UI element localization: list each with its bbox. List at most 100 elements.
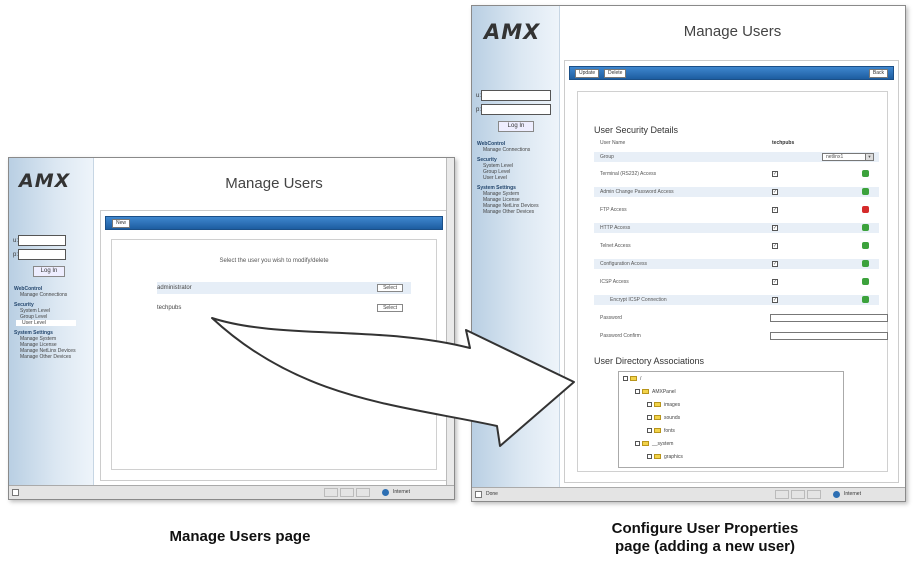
user-select-panel: Select the user you wish to modify/delet…	[111, 239, 437, 470]
nav-item-manage-connections[interactable]: Manage Connections	[14, 292, 76, 298]
login-button[interactable]: Log In	[33, 266, 65, 277]
status-segment	[791, 490, 805, 499]
sidebar: AMX u: p: Log In WebControl Manage Conne…	[9, 158, 94, 485]
tree-checkbox[interactable]	[623, 376, 628, 382]
update-button[interactable]: Update	[575, 69, 600, 78]
access-row: Terminal (RS232) Access ✓	[594, 169, 879, 179]
folder-icon	[654, 402, 661, 408]
access-checkbox[interactable]: ✓	[772, 243, 778, 249]
globe-icon	[382, 489, 389, 496]
page-title: Manage Users	[560, 6, 905, 58]
group-row: Group netlinx1 ▼	[594, 152, 879, 162]
access-checkbox[interactable]: ✓	[772, 189, 778, 195]
status-ok-icon	[862, 260, 869, 267]
tree-checkbox[interactable]	[635, 389, 640, 395]
password-confirm-row: Password Confirm	[594, 331, 888, 341]
tree-checkbox[interactable]	[647, 415, 652, 421]
manage-users-window: AMX u: p: Log In WebControl Manage Conne…	[8, 157, 455, 500]
access-label: Configuration Access	[600, 261, 647, 267]
login-button[interactable]: Log In	[498, 121, 534, 132]
access-row: ICSP Access ✓	[594, 277, 879, 287]
security-details-heading: User Security Details	[594, 125, 679, 135]
folder-icon	[630, 376, 637, 382]
tree-node[interactable]: sounds	[647, 414, 680, 423]
access-label: Terminal (RS232) Access	[600, 171, 657, 177]
access-row: Encrypt ICSP Connection ✓	[594, 295, 879, 305]
chevron-down-icon: ▼	[865, 154, 873, 160]
select-administrator-button[interactable]: Select	[377, 284, 403, 292]
tree-checkbox[interactable]	[647, 428, 652, 434]
nav-item-user-level[interactable]: User Level	[16, 320, 76, 326]
login-form: u: p: Log In	[13, 235, 67, 277]
tree-label: AMXPanel	[652, 389, 676, 395]
tree-node[interactable]: graphics	[647, 453, 683, 462]
username-row: User Name techpubs	[594, 138, 879, 148]
status-error-icon	[862, 206, 869, 213]
password-confirm-field[interactable]	[770, 332, 888, 340]
user-name: techpubs	[157, 305, 182, 311]
configure-user-window: AMX u: p: Log In WebControl Manage Conne…	[471, 5, 906, 502]
tree-node[interactable]: AMXPanel	[635, 388, 676, 397]
password-field[interactable]	[770, 314, 888, 322]
user-row-administrator: administrator Select	[157, 282, 411, 294]
tree-label: images	[664, 402, 681, 408]
page-title: Manage Users	[94, 158, 454, 210]
password-row: Password	[594, 313, 888, 323]
tree-node[interactable]: /	[623, 375, 641, 384]
tree-label: graphics	[664, 454, 683, 460]
new-button[interactable]: New	[112, 219, 131, 228]
group-select-value: netlinx1	[826, 154, 844, 160]
username-input[interactable]	[18, 235, 67, 246]
access-checkbox[interactable]: ✓	[772, 261, 778, 267]
tree-label: /	[640, 376, 642, 382]
password-confirm-label: Password Confirm	[600, 333, 641, 339]
globe-icon	[833, 491, 840, 498]
tree-checkbox[interactable]	[647, 454, 652, 460]
status-segment	[775, 490, 789, 499]
caption-configure-user: Configure User Properties page (adding a…	[540, 520, 870, 556]
tree-checkbox[interactable]	[635, 441, 640, 447]
status-ok-icon	[862, 242, 869, 249]
directory-heading: User Directory Associations	[594, 356, 705, 366]
nav-item-manage-other-devices[interactable]: Manage Other Devices	[14, 354, 76, 360]
folder-icon	[642, 441, 649, 447]
back-button[interactable]: Back	[868, 69, 888, 78]
group-label: Group	[600, 154, 614, 160]
tree-label: __system	[652, 441, 674, 447]
password-input[interactable]	[481, 104, 552, 115]
sidebar-nav: WebControl Manage Connections Security S…	[14, 282, 76, 360]
group-select[interactable]: netlinx1 ▼	[822, 153, 874, 161]
nav-item-manage-other-devices[interactable]: Manage Other Devices	[477, 209, 539, 215]
vertical-scrollbar[interactable]	[446, 158, 454, 485]
select-prompt: Select the user you wish to modify/delet…	[219, 258, 329, 264]
toolbar: New	[105, 216, 443, 230]
nav-item-user-level[interactable]: User Level	[477, 175, 539, 181]
access-checkbox[interactable]: ✓	[772, 297, 778, 303]
access-checkbox[interactable]: ✓	[772, 171, 778, 177]
tree-node[interactable]: fonts	[647, 427, 675, 436]
access-checkbox[interactable]: ✓	[772, 279, 778, 285]
username-input[interactable]	[481, 90, 552, 101]
status-segment	[340, 488, 354, 497]
access-label: Admin Change Password Access	[600, 189, 674, 195]
status-segment	[324, 488, 338, 497]
toolbar: Update Delete Back	[569, 66, 894, 80]
select-techpubs-button[interactable]: Select	[377, 304, 403, 312]
sidebar: AMX u: p: Log In WebControl Manage Conne…	[472, 6, 560, 487]
username-field-label: User Name	[600, 140, 626, 146]
access-checkbox[interactable]: ✓	[772, 225, 778, 231]
tree-label: sounds	[664, 415, 681, 421]
delete-button[interactable]: Delete	[604, 69, 627, 78]
tree-node[interactable]: __system	[635, 440, 673, 449]
status-bar: Internet	[9, 485, 454, 499]
caption-line: Configure User Properties	[611, 520, 799, 537]
main-content: New Select the user you wish to modify/d…	[100, 210, 448, 481]
tree-checkbox[interactable]	[647, 402, 652, 408]
access-checkbox[interactable]: ✓	[772, 207, 778, 213]
status-ok-icon	[862, 188, 869, 195]
status-text: Done	[486, 491, 498, 497]
nav-item-manage-connections[interactable]: Manage Connections	[477, 147, 539, 153]
tree-node[interactable]: images	[647, 401, 680, 410]
password-input[interactable]	[18, 249, 67, 260]
caption-manage-users: Manage Users page	[169, 528, 311, 545]
